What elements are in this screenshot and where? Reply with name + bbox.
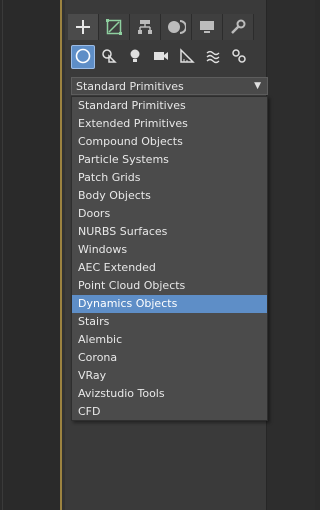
shapes-icon [101,48,117,67]
dropdown-option-aec-extended[interactable]: AEC Extended [72,259,267,277]
wrench-icon [229,18,247,36]
tab-create[interactable] [68,14,99,40]
dropdown-option-windows[interactable]: Windows [72,241,267,259]
cameras-button[interactable] [149,45,173,69]
dropdown-option-standard-primitives[interactable]: Standard Primitives [72,97,267,115]
tab-display[interactable] [192,14,223,40]
modify-icon [105,18,123,36]
viewport[interactable] [0,0,62,510]
helpers-button[interactable] [175,45,199,69]
plus-icon [74,18,92,36]
tab-hierarchy[interactable] [130,14,161,40]
dropdown-option-compound-objects[interactable]: Compound Objects [72,133,267,151]
command-panel-tabs [68,14,254,40]
create-subcategories [71,45,251,69]
dropdown-selected-value: Standard Primitives [76,79,184,93]
dropdown-option-avizstudio-tools[interactable]: Avizstudio Tools [72,385,267,403]
space-warps-button[interactable] [201,45,225,69]
cameras-icon [153,48,169,67]
geometry-icon [75,48,91,67]
display-icon [198,18,216,36]
viewport-edge [2,0,3,510]
dropdown-options-list: Standard Primitives Extended Primitives … [71,96,268,421]
shapes-button[interactable] [97,45,121,69]
chevron-down-icon: ▼ [254,81,261,91]
systems-button[interactable] [227,45,251,69]
geometry-button[interactable] [71,45,95,69]
command-panel-side-area [266,0,315,510]
tab-motion[interactable] [161,14,192,40]
dropdown-option-patch-grids[interactable]: Patch Grids [72,169,267,187]
dropdown-option-point-cloud-objects[interactable]: Point Cloud Objects [72,277,267,295]
dropdown-option-alembic[interactable]: Alembic [72,331,267,349]
spacewarps-icon [205,48,221,67]
dropdown-option-stairs[interactable]: Stairs [72,313,267,331]
systems-icon [231,48,247,67]
hierarchy-icon [136,18,154,36]
dropdown-option-vray[interactable]: VRay [72,367,267,385]
tab-modify[interactable] [99,14,130,40]
helpers-icon [179,47,195,67]
dropdown-option-body-objects[interactable]: Body Objects [72,187,267,205]
dropdown-option-corona[interactable]: Corona [72,349,267,367]
lights-button[interactable] [123,45,147,69]
object-type-dropdown[interactable]: Standard Primitives ▼ [71,77,268,95]
dropdown-option-nurbs-surfaces[interactable]: NURBS Surfaces [72,223,267,241]
tab-utilities[interactable] [223,14,254,40]
lights-icon [127,48,143,67]
dropdown-option-extended-primitives[interactable]: Extended Primitives [72,115,267,133]
motion-icon [166,18,186,36]
dropdown-option-dynamics-objects[interactable]: Dynamics Objects [72,295,267,313]
dropdown-option-cfd[interactable]: CFD [72,403,267,421]
dropdown-option-doors[interactable]: Doors [72,205,267,223]
dropdown-option-particle-systems[interactable]: Particle Systems [72,151,267,169]
